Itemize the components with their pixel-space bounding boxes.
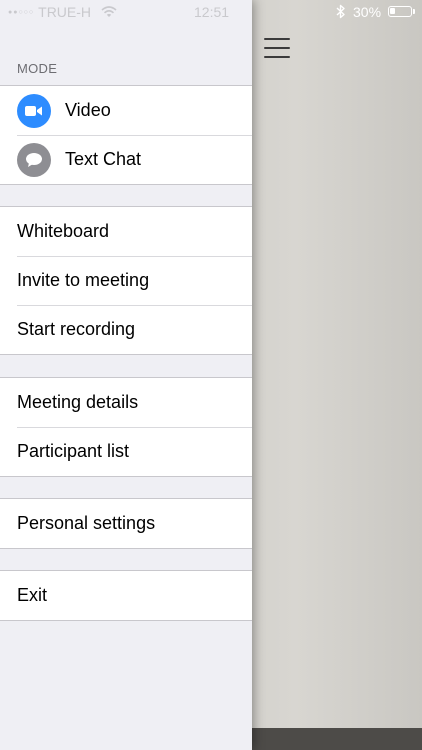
menu-item-invite[interactable]: Invite to meeting [0, 256, 252, 305]
mode-section-header: MODE [17, 61, 58, 76]
menu-item-label: Text Chat [65, 149, 142, 169]
battery-icon [388, 6, 412, 17]
clock: 12:51 [194, 4, 230, 20]
status-bar-left: ●●○○○ TRUE-H 12:51 [0, 0, 252, 24]
menu-icon[interactable] [264, 38, 290, 58]
menu-item-label: Participant list [17, 441, 130, 461]
status-bar-right: 30% [252, 0, 422, 24]
menu-item-label: Video [65, 100, 111, 120]
menu-item-label: Whiteboard [17, 221, 110, 241]
menu-item-label: Exit [17, 585, 48, 605]
carrier-name: TRUE-H [38, 4, 92, 20]
video-camera-icon [17, 93, 51, 128]
menu-item-label: Meeting details [17, 392, 139, 412]
signal-icon: ●●○○○ [8, 8, 35, 16]
menu-item-whiteboard[interactable]: Whiteboard [0, 207, 252, 256]
menu-item-label: Invite to meeting [17, 270, 150, 290]
camera-bottom-edge [252, 728, 422, 750]
side-menu: ●●○○○ TRUE-H 12:51 MODE Video Text Chat … [0, 0, 252, 750]
meeting-tools-group: Whiteboard Invite to meeting Start recor… [0, 206, 252, 355]
meeting-info-group: Meeting details Participant list [0, 377, 252, 477]
settings-group: Personal settings [0, 498, 252, 549]
menu-item-meeting-details[interactable]: Meeting details [0, 378, 252, 427]
mode-group: Video Text Chat [0, 85, 252, 185]
menu-item-text-chat[interactable]: Text Chat [0, 135, 252, 184]
chat-bubble-icon [17, 142, 51, 177]
wifi-icon [101, 6, 117, 17]
menu-item-label: Personal settings [17, 513, 156, 533]
menu-item-start-recording[interactable]: Start recording [0, 305, 252, 354]
menu-item-exit[interactable]: Exit [0, 571, 252, 620]
menu-item-video[interactable]: Video [0, 86, 252, 135]
bluetooth-icon [336, 4, 345, 19]
menu-item-personal-settings[interactable]: Personal settings [0, 499, 252, 548]
exit-group: Exit [0, 570, 252, 621]
menu-item-label: Start recording [17, 319, 136, 339]
menu-item-participant-list[interactable]: Participant list [0, 427, 252, 476]
battery-percent: 30% [353, 4, 382, 20]
